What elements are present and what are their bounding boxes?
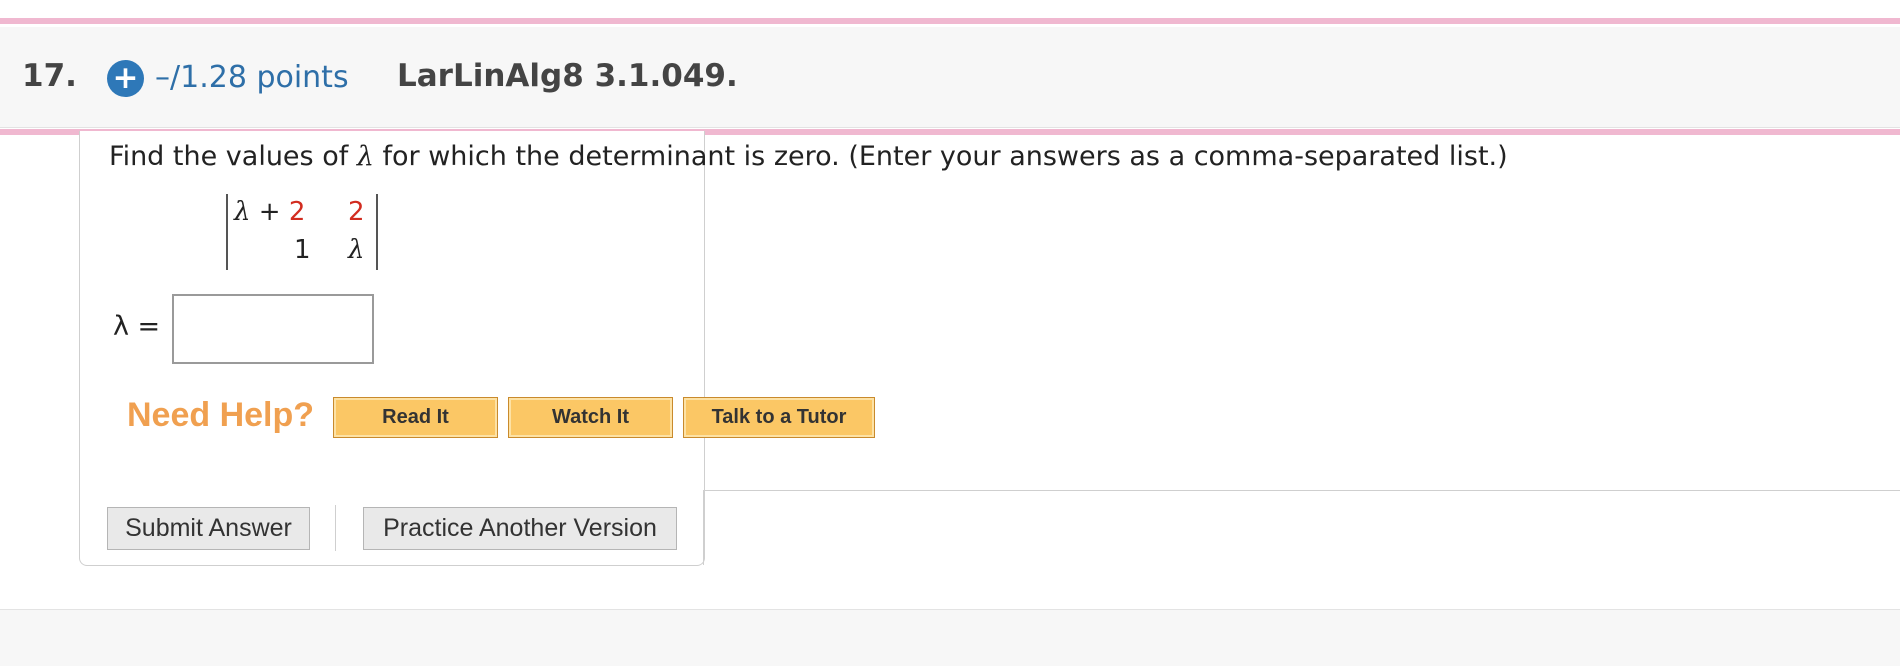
- matrix-cell-r2c2: λ: [348, 235, 365, 265]
- matrix-cell-r2c1: 1: [294, 235, 311, 265]
- read-it-button[interactable]: Read It: [333, 397, 498, 438]
- submit-answer-button[interactable]: Submit Answer: [107, 507, 310, 550]
- matrix-cell-r1c1: λ + 2: [234, 197, 306, 227]
- practice-another-version-button[interactable]: Practice Another Version: [363, 507, 677, 550]
- button-divider: [335, 505, 336, 551]
- prompt-text-end: for which the determinant is zero. (Ente…: [373, 141, 1508, 172]
- talk-to-tutor-button[interactable]: Talk to a Tutor: [683, 397, 875, 438]
- question-page: 17. + –/1.28 points LarLinAlg8 3.1.049. …: [0, 0, 1900, 666]
- top-accent-bar: [0, 18, 1900, 24]
- question-reference: LarLinAlg8 3.1.049.: [397, 58, 738, 94]
- points-link[interactable]: –/1.28 points: [155, 60, 349, 95]
- question-prompt: Find the values of λ for which the deter…: [109, 141, 1508, 172]
- answer-input[interactable]: [172, 294, 374, 364]
- matrix-cell-r1c2: 2: [348, 197, 365, 227]
- card-divider-vertical: [703, 490, 704, 565]
- plus-circle-icon[interactable]: +: [107, 60, 144, 97]
- determinant-matrix: λ + 2 2 1 λ: [226, 194, 378, 270]
- page-footer: [0, 609, 1900, 666]
- need-help-title: Need Help?: [127, 396, 315, 434]
- answer-label: λ =: [113, 311, 161, 342]
- question-number: 17.: [22, 58, 77, 94]
- card-divider-horizontal: [704, 490, 1900, 491]
- prompt-text-start: Find the values of: [109, 141, 357, 172]
- lambda-symbol: λ: [356, 141, 374, 172]
- watch-it-button[interactable]: Watch It: [508, 397, 673, 438]
